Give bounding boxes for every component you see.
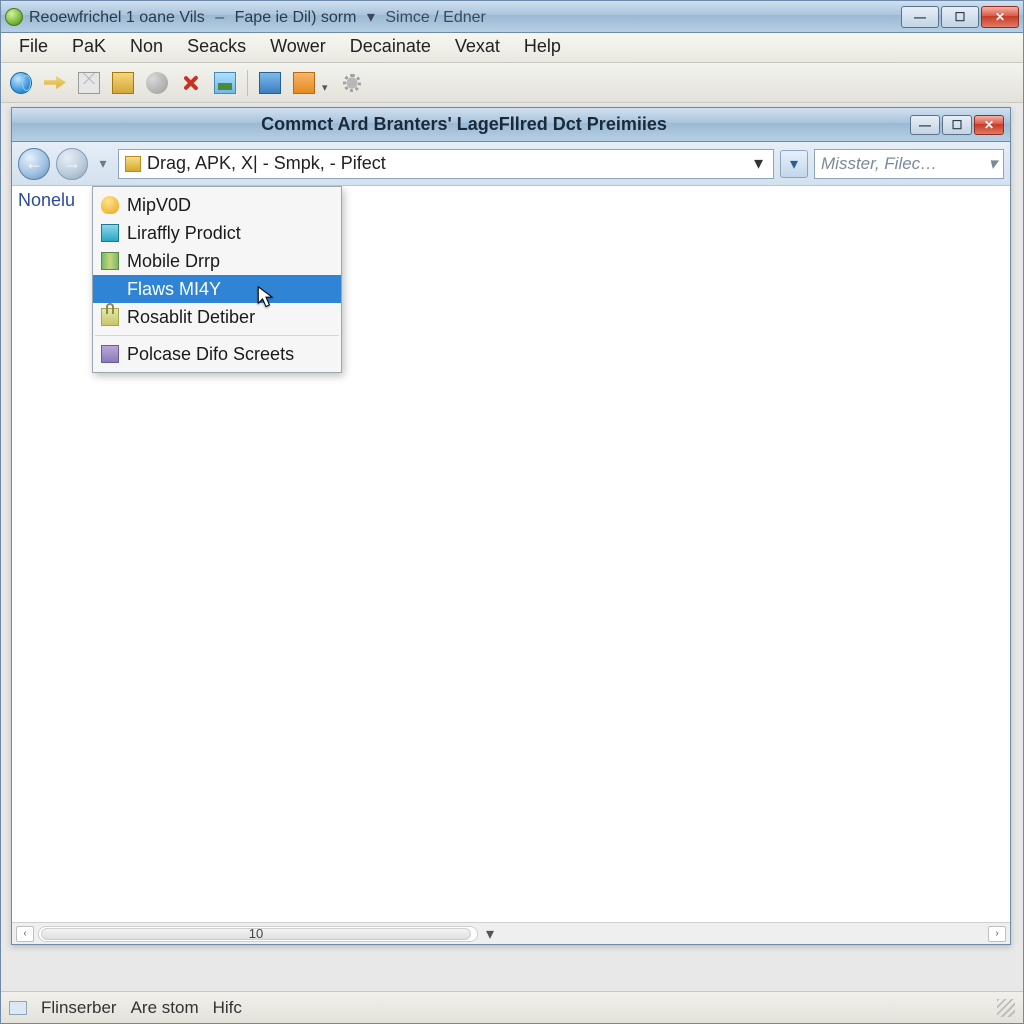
menu-pak[interactable]: PaK [60,33,118,62]
inner-title: Commct Ard Branters' LageFllred Dct Prei… [18,114,910,135]
scroll-caret[interactable]: ▾ [482,924,498,944]
tb-mail-button[interactable] [75,69,103,97]
bell-icon [101,196,119,214]
dd-item-mobile[interactable]: Mobile Drrp [93,247,341,275]
globe-icon [10,72,32,94]
address-icon [125,156,141,172]
box-icon [101,345,119,363]
sidebar-label[interactable]: Nonelu [18,190,75,211]
nav-row: ← → ▾ Drag, APK, X| - Smpk, - Pifect ▾ ▾… [12,142,1010,186]
dd-item-polcase[interactable]: Polcase Difo Screets [93,340,341,368]
status-mid: Are stom [131,998,199,1018]
dd-item-liraffly[interactable]: Liraffly Prodict [93,219,341,247]
search-placeholder: Misster, Filec… [821,154,937,174]
tb-dropdown-caret[interactable] [322,78,332,88]
tb-book-button[interactable] [109,69,137,97]
window-controls: — ☐ ✕ [901,6,1019,28]
outer-titlebar[interactable]: Reoewfrichel 1 oane Vils – Fape ie Dil) … [1,1,1023,33]
menubar: File PaK Non Seacks Wower Decainate Vexa… [1,33,1023,63]
nav-history-caret[interactable]: ▾ [94,155,112,172]
orange-square-icon [293,72,315,94]
scroll-left-button[interactable]: ‹ [16,926,34,942]
menu-wower[interactable]: Wower [258,33,338,62]
horizontal-scrollbar[interactable]: ‹ 10 ▾ › [12,922,1010,944]
inner-close-button[interactable]: ✕ [974,115,1004,135]
status-icon [9,1001,27,1015]
inner-window: Commct Ard Branters' LageFllred Dct Prei… [11,107,1011,945]
map-icon [101,252,119,270]
address-caret[interactable]: ▾ [750,153,767,174]
tb-delete-button[interactable] [177,69,205,97]
inner-maximize-button[interactable]: ☐ [942,115,972,135]
brush-icon [146,72,168,94]
inner-titlebar[interactable]: Commct Ard Branters' LageFllred Dct Prei… [12,108,1010,142]
gear-icon [341,72,363,94]
tb-gear-button[interactable] [338,69,366,97]
scroll-track[interactable]: 10 [38,926,478,942]
blank-icon [101,280,119,298]
address-bar[interactable]: Drag, APK, X| - Smpk, - Pifect ▾ [118,149,774,179]
picture-icon [214,72,236,94]
menu-non[interactable]: Non [118,33,175,62]
resize-grip-icon[interactable] [997,999,1015,1017]
mail-icon [78,72,100,94]
menu-vexat[interactable]: Vexat [443,33,512,62]
search-input[interactable]: Misster, Filec… ▾ [814,149,1004,179]
scroll-right-button[interactable]: › [988,926,1006,942]
maximize-button[interactable]: ☐ [941,6,979,28]
toolbar-separator [247,70,248,96]
menu-seacks[interactable]: Seacks [175,33,258,62]
tb-orange-button[interactable] [290,69,318,97]
key-icon [44,72,66,94]
nav-forward-button[interactable]: → [56,148,88,180]
status-right: Hifc [213,998,242,1018]
menu-file[interactable]: File [7,33,60,62]
address-text: Drag, APK, X| - Smpk, - Pifect [147,153,386,174]
dd-item-mipvod[interactable]: MipV0D [93,191,341,219]
menu-help[interactable]: Help [512,33,573,62]
statusbar: Flinserber Are stom Hifc [1,991,1023,1023]
status-left: Flinserber [41,998,117,1018]
book-icon [112,72,134,94]
menu-decainate[interactable]: Decainate [338,33,443,62]
tb-picture-button[interactable] [211,69,239,97]
dropdown-menu: MipV0D Liraffly Prodict Mobile Drrp Flaw… [92,186,342,373]
tb-brush-button[interactable] [143,69,171,97]
app-icon [5,8,23,26]
tb-grid-button[interactable] [256,69,284,97]
dd-item-flaws[interactable]: Flaws MI4Y [93,275,341,303]
refresh-button[interactable]: ▾ [780,150,808,178]
outer-window: Reoewfrichel 1 oane Vils – Fape ie Dil) … [0,0,1024,1024]
grid-icon [259,72,281,94]
folder-icon [101,224,119,242]
dd-item-rosablit[interactable]: Rosablit Detiber [93,303,341,331]
x-icon [180,72,202,94]
lock-icon [101,308,119,326]
scroll-thumb[interactable]: 10 [41,928,471,940]
search-caret[interactable]: ▾ [988,154,997,174]
nav-back-button[interactable]: ← [18,148,50,180]
window-title: Reoewfrichel 1 oane Vils – Fape ie Dil) … [29,7,486,27]
tb-globe-button[interactable] [7,69,35,97]
inner-minimize-button[interactable]: — [910,115,940,135]
dropdown-separator [95,335,339,336]
close-button[interactable]: ✕ [981,6,1019,28]
tb-key-button[interactable] [41,69,69,97]
toolbar [1,63,1023,103]
content-area: Nonelu MipV0D Liraffly Prodict Mobile Dr… [12,186,1010,922]
minimize-button[interactable]: — [901,6,939,28]
